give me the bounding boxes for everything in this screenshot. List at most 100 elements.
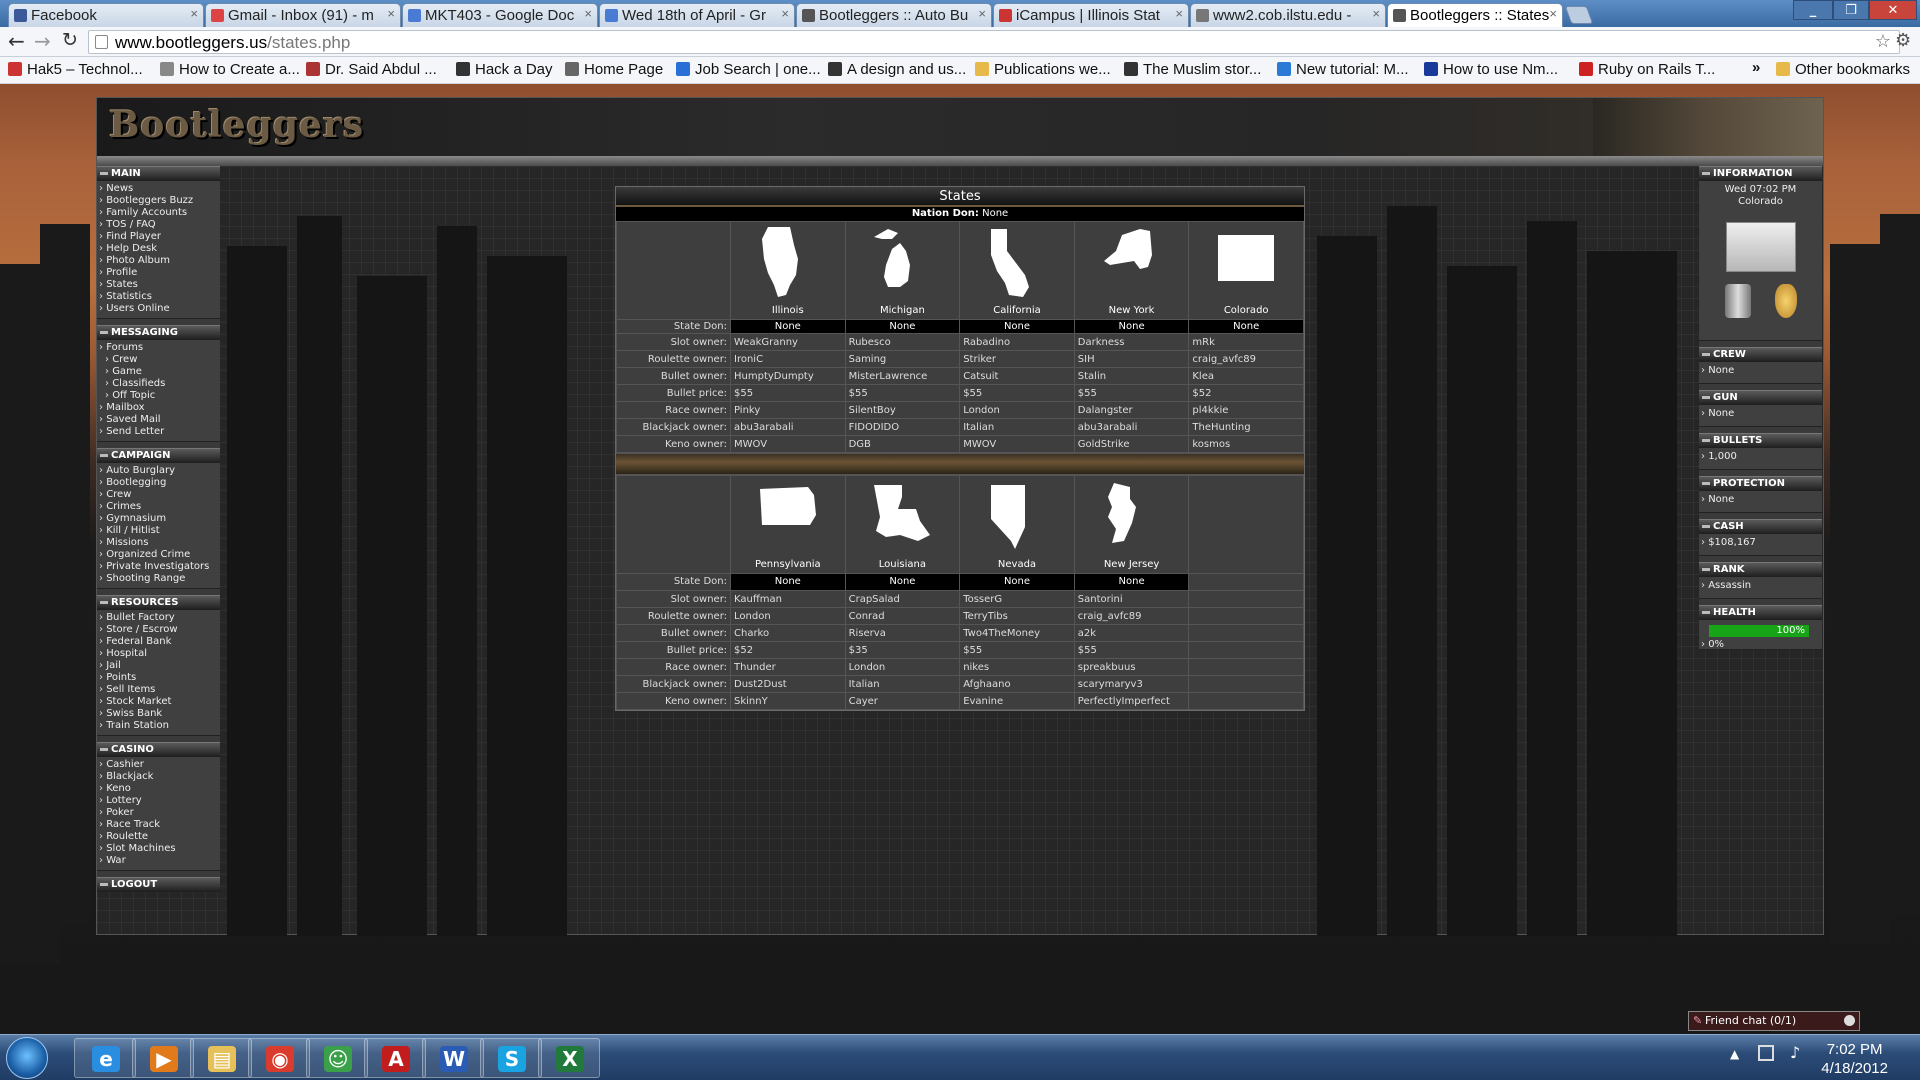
blackjack-value[interactable]: Dust2Dust xyxy=(730,675,846,693)
taskbar-app-button[interactable]: e xyxy=(74,1038,136,1078)
menu-item-race-track[interactable]: Race Track xyxy=(99,819,220,831)
bookmark-item[interactable]: Job Search | one... xyxy=(676,61,821,78)
menu-item-off-topic[interactable]: Off Topic xyxy=(99,390,220,402)
taskbar-app-button[interactable]: X xyxy=(538,1038,600,1078)
tray-arrow-icon[interactable]: ▲ xyxy=(1730,1047,1739,1061)
menu-item-help-desk[interactable]: Help Desk xyxy=(99,243,220,255)
roulette-value[interactable]: SIH xyxy=(1073,350,1190,368)
bookmark-item[interactable]: The Muslim stor... xyxy=(1124,61,1261,78)
bullet-value[interactable]: Stalin xyxy=(1073,367,1190,385)
bookmark-item[interactable]: Dr. Said Abdul ... xyxy=(306,61,437,78)
menu-item-family-accounts[interactable]: Family Accounts xyxy=(99,207,220,219)
bookmark-item[interactable]: Ruby on Rails T... xyxy=(1579,61,1715,78)
browser-tab[interactable]: Bootleggers :: Auto Bu × xyxy=(796,3,992,27)
race-value[interactable]: Thunder xyxy=(730,658,846,676)
keno-value[interactable]: MWOV xyxy=(959,435,1075,453)
bookmark-item[interactable]: Home Page xyxy=(565,61,663,78)
keno-value[interactable]: SkinnY xyxy=(730,692,846,710)
bookmark-item[interactable]: How to use Nm... xyxy=(1424,61,1558,78)
menu-item-tos-faq[interactable]: TOS / FAQ xyxy=(99,219,220,231)
roulette-value[interactable]: Striker xyxy=(959,350,1075,368)
menu-item-mailbox[interactable]: Mailbox xyxy=(99,402,220,414)
system-clock[interactable]: 7:02 PM 4/18/2012 xyxy=(1821,1040,1888,1078)
new-jersey-icon[interactable] xyxy=(1100,479,1164,555)
tab-close-icon[interactable]: × xyxy=(1175,6,1183,21)
menu-item-blackjack[interactable]: Blackjack xyxy=(99,771,220,783)
menu-item-slot-machines[interactable]: Slot Machines xyxy=(99,843,220,855)
bookmark-item[interactable]: A design and us... xyxy=(828,61,966,78)
menu-item-crimes[interactable]: Crimes xyxy=(99,501,220,513)
tab-close-icon[interactable]: × xyxy=(781,6,789,21)
tab-close-icon[interactable]: × xyxy=(584,6,592,21)
menu-item-shooting-range[interactable]: Shooting Range xyxy=(99,573,220,585)
bullet-value[interactable]: Catsuit xyxy=(959,367,1075,385)
menu-item-news[interactable]: News xyxy=(99,183,220,195)
menu-item-kill-hitlist[interactable]: Kill / Hitlist xyxy=(99,525,220,537)
bullet-value[interactable]: Riserva xyxy=(844,624,961,642)
race-value[interactable]: Pinky xyxy=(730,401,846,419)
menu-item-private-investigators[interactable]: Private Investigators xyxy=(99,561,220,573)
race-value[interactable]: Dalangster xyxy=(1073,401,1190,419)
back-icon[interactable]: ← xyxy=(8,29,25,53)
race-value[interactable]: London xyxy=(959,401,1075,419)
slot-value[interactable]: Rabadino xyxy=(959,333,1075,351)
network-icon[interactable] xyxy=(1758,1045,1774,1061)
roulette-value[interactable]: Saming xyxy=(844,350,961,368)
menu-item-lottery[interactable]: Lottery xyxy=(99,795,220,807)
menu-item-send-letter[interactable]: Send Letter xyxy=(99,426,220,438)
keno-value[interactable]: kosmos xyxy=(1188,435,1304,453)
maximize-button[interactable]: ❐ xyxy=(1833,0,1869,20)
bookmark-item[interactable]: Hack a Day xyxy=(456,61,553,78)
blackjack-value[interactable]: FIDODIDO xyxy=(844,418,961,436)
taskbar-app-button[interactable]: ☺ xyxy=(306,1038,368,1078)
keno-value[interactable]: DGB xyxy=(844,435,961,453)
close-window-button[interactable]: ✕ xyxy=(1869,0,1917,20)
friend-chat-bar[interactable]: ✎ Friend chat (0/1) xyxy=(1688,1011,1860,1031)
race-value[interactable]: SilentBoy xyxy=(844,401,961,419)
menu-item-statistics[interactable]: Statistics xyxy=(99,291,220,303)
taskbar-app-button[interactable]: W xyxy=(422,1038,484,1078)
race-value[interactable]: pl4kkie xyxy=(1188,401,1304,419)
menu-item-train-station[interactable]: Train Station xyxy=(99,720,220,732)
slot-value[interactable]: WeakGranny xyxy=(730,333,846,351)
menu-item-federal-bank[interactable]: Federal Bank xyxy=(99,636,220,648)
state-cell-new-jersey[interactable]: New Jersey xyxy=(1073,475,1190,574)
keno-value[interactable]: GoldStrike xyxy=(1073,435,1190,453)
chat-toggle-icon[interactable] xyxy=(1844,1015,1855,1026)
forward-icon[interactable]: → xyxy=(34,29,51,53)
browser-tab[interactable]: Bootleggers :: States × xyxy=(1387,3,1563,27)
menu-item-roulette[interactable]: Roulette xyxy=(99,831,220,843)
menu-item-store-escrow[interactable]: Store / Escrow xyxy=(99,624,220,636)
keno-value[interactable]: MWOV xyxy=(730,435,846,453)
state-cell-pennsylvania[interactable]: Pennsylvania xyxy=(730,475,846,574)
slot-value[interactable]: Darkness xyxy=(1073,333,1190,351)
bullet-value[interactable]: Two4TheMoney xyxy=(959,624,1075,642)
state-cell-california[interactable]: California xyxy=(959,221,1075,320)
menu-item-gymnasium[interactable]: Gymnasium xyxy=(99,513,220,525)
roulette-value[interactable]: IroniC xyxy=(730,350,846,368)
browser-tab[interactable]: iCampus | Illinois Stat × xyxy=(993,3,1189,27)
state-cell-michigan[interactable]: Michigan xyxy=(844,221,961,320)
menu-item-users-online[interactable]: Users Online xyxy=(99,303,220,315)
colorado-icon[interactable] xyxy=(1214,225,1278,301)
slot-value[interactable]: CrapSalad xyxy=(844,590,961,608)
blackjack-value[interactable]: abu3arabali xyxy=(1073,418,1190,436)
slot-value[interactable]: Rubesco xyxy=(844,333,961,351)
blackjack-value[interactable]: TheHunting xyxy=(1188,418,1304,436)
slot-value[interactable]: Santorini xyxy=(1073,590,1190,608)
blackjack-value[interactable]: Italian xyxy=(959,418,1075,436)
menu-item-missions[interactable]: Missions xyxy=(99,537,220,549)
keno-value[interactable]: PerfectlyImperfect xyxy=(1073,692,1190,710)
start-button[interactable] xyxy=(6,1037,48,1079)
menu-item-jail[interactable]: Jail xyxy=(99,660,220,672)
menu-item-saved-mail[interactable]: Saved Mail xyxy=(99,414,220,426)
menu-section-logout[interactable]: LOGOUT xyxy=(97,877,220,892)
tab-close-icon[interactable]: × xyxy=(1372,6,1380,21)
new-tab-button[interactable] xyxy=(1564,6,1594,24)
bullet-value[interactable]: Charko xyxy=(730,624,846,642)
michigan-icon[interactable] xyxy=(870,225,934,301)
tab-close-icon[interactable]: × xyxy=(1549,6,1557,21)
roulette-value[interactable]: TerryTibs xyxy=(959,607,1075,625)
roulette-value[interactable]: London xyxy=(730,607,846,625)
menu-item-swiss-bank[interactable]: Swiss Bank xyxy=(99,708,220,720)
